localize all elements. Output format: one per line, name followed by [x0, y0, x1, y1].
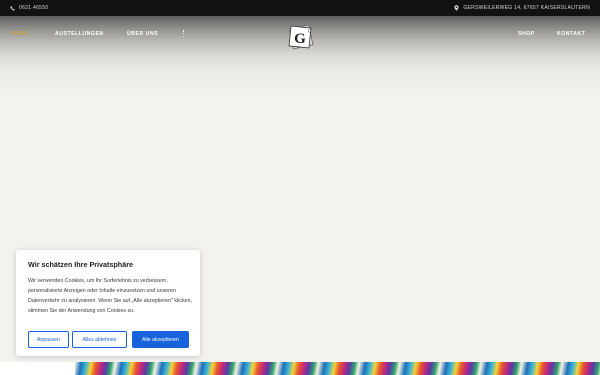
nav-about[interactable]: ÜBER UNS	[127, 31, 158, 37]
address-link[interactable]: GERSWEILERWEG 14, 67657 KAISERSLAUTERN	[454, 5, 590, 11]
nav-shop[interactable]: SHOP	[518, 31, 535, 37]
location-pin-icon	[454, 5, 459, 11]
nav-home[interactable]: HOME	[11, 31, 29, 37]
gallery-logo[interactable]: G	[286, 24, 316, 50]
phone-number: 0631 46550	[19, 5, 49, 11]
artwork-strip	[0, 362, 600, 375]
nav-contact[interactable]: KONTAKT	[557, 31, 585, 37]
artwork-gap	[0, 362, 75, 375]
phone-icon	[10, 6, 15, 11]
cookie-title: Wir schätzen Ihre Privatsphäre	[28, 260, 133, 269]
logo-letter: G	[294, 31, 306, 47]
customize-button[interactable]: Anpassen	[28, 331, 69, 348]
cookie-body: Wir verwenden Cookies, um Ihr Surferlebn…	[28, 278, 193, 314]
address-text: GERSWEILERWEG 14, 67657 KAISERSLAUTERN	[463, 5, 590, 11]
vertical-dots-icon[interactable]	[182, 30, 185, 38]
top-bar: 0631 46550 GERSWEILERWEG 14, 67657 KAISE…	[0, 0, 600, 16]
cookie-banner: Wir schätzen Ihre Privatsphäre Wir verwe…	[16, 250, 200, 356]
nav-exhibitions[interactable]: AUSTELLUNGEN	[55, 31, 104, 37]
accept-all-button[interactable]: Alle akzeptieren	[132, 331, 189, 348]
phone-link[interactable]: 0631 46550	[10, 5, 48, 11]
reject-all-button[interactable]: Alles ablehnen	[72, 331, 127, 348]
